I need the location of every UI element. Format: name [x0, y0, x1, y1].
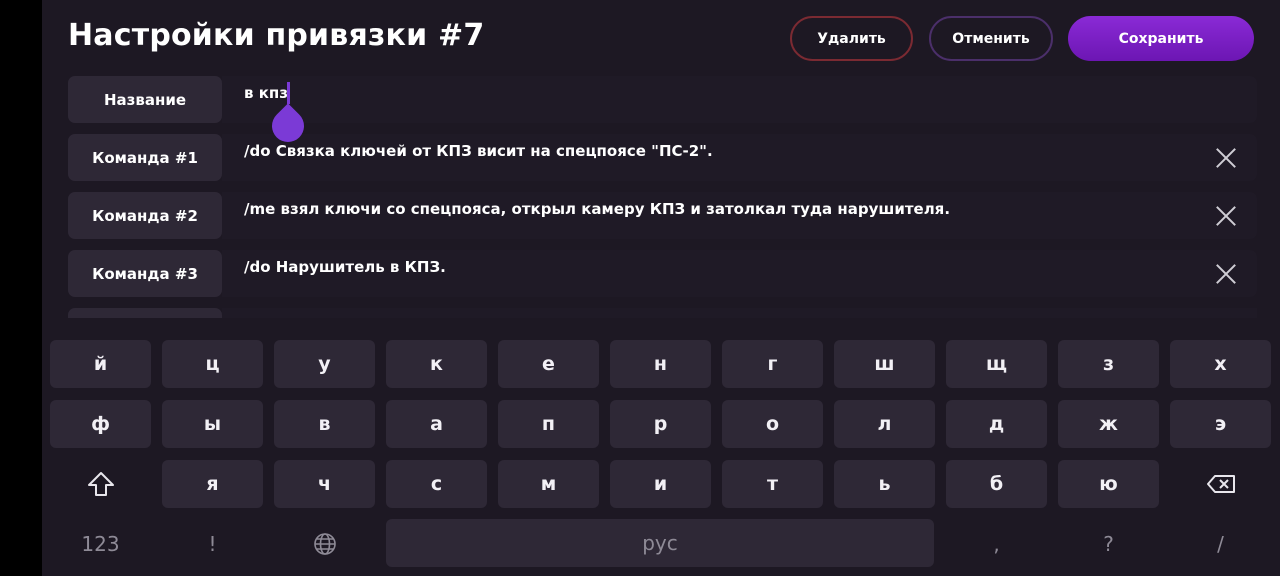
key[interactable]: р — [610, 400, 711, 448]
key[interactable]: п — [498, 400, 599, 448]
globe-icon — [313, 533, 336, 555]
key[interactable]: н — [610, 340, 711, 388]
key[interactable]: с — [386, 460, 487, 508]
delete-button[interactable]: Удалить — [790, 16, 913, 61]
key[interactable]: г — [722, 340, 823, 388]
key[interactable]: щ — [946, 340, 1047, 388]
key[interactable]: и — [610, 460, 711, 508]
key[interactable]: ш — [834, 340, 935, 388]
on-screen-keyboard: й ц у к е н г ш щ з х ф ы в а п р о л д … — [42, 318, 1280, 576]
remove-command-2-close-icon[interactable] — [1215, 205, 1237, 227]
name-field-value: в кпз — [244, 84, 288, 102]
key[interactable]: д — [946, 400, 1047, 448]
remove-command-1-close-icon[interactable] — [1215, 147, 1237, 169]
command-4-field-partial — [222, 308, 1257, 318]
key[interactable]: б — [946, 460, 1047, 508]
key[interactable]: а — [386, 400, 487, 448]
key[interactable]: ы — [162, 400, 263, 448]
slash-key[interactable]: / — [1170, 520, 1271, 568]
key[interactable]: т — [722, 460, 823, 508]
key[interactable]: м — [498, 460, 599, 508]
command-3-value: /do Нарушитель в КПЗ. — [244, 258, 446, 276]
key[interactable]: з — [1058, 340, 1159, 388]
key[interactable]: л — [834, 400, 935, 448]
comma-key[interactable]: , — [946, 520, 1047, 568]
key[interactable]: о — [722, 400, 823, 448]
numbers-key[interactable]: 123 — [50, 520, 151, 568]
space-key[interactable]: рус — [386, 519, 934, 567]
app-window: Настройки привязки #7 Удалить Отменить С… — [42, 0, 1280, 576]
command-1-field[interactable]: /do Связка ключей от КПЗ висит на спецпо… — [222, 134, 1257, 181]
key[interactable]: ь — [834, 460, 935, 508]
key[interactable]: ф — [50, 400, 151, 448]
command-2-value: /me взял ключи со спецпояса, открыл каме… — [244, 200, 951, 218]
key[interactable]: ч — [274, 460, 375, 508]
language-key[interactable] — [274, 520, 375, 568]
key[interactable]: в — [274, 400, 375, 448]
name-label: Название — [68, 76, 222, 123]
page-title: Настройки привязки #7 — [68, 18, 485, 53]
command-3-label: Команда #3 — [68, 250, 222, 297]
command-2-label: Команда #2 — [68, 192, 222, 239]
key[interactable]: э — [1170, 400, 1271, 448]
key[interactable]: я — [162, 460, 263, 508]
backspace-icon — [1206, 475, 1235, 493]
command-4-label-partial — [68, 308, 222, 318]
exclamation-key[interactable]: ! — [162, 520, 263, 568]
shift-icon — [87, 472, 114, 496]
command-1-label: Команда #1 — [68, 134, 222, 181]
cancel-button[interactable]: Отменить — [929, 16, 1053, 61]
text-caret — [287, 82, 290, 104]
key[interactable]: у — [274, 340, 375, 388]
key[interactable]: к — [386, 340, 487, 388]
key[interactable]: ц — [162, 340, 263, 388]
backspace-key[interactable] — [1170, 460, 1271, 508]
key[interactable]: х — [1170, 340, 1271, 388]
save-button[interactable]: Сохранить — [1068, 16, 1254, 61]
command-2-field[interactable]: /me взял ключи со спецпояса, открыл каме… — [222, 192, 1257, 239]
command-1-value: /do Связка ключей от КПЗ висит на спецпо… — [244, 142, 713, 160]
key[interactable]: й — [50, 340, 151, 388]
name-field[interactable]: в кпз — [222, 76, 1257, 123]
shift-key[interactable] — [50, 460, 151, 508]
command-3-field[interactable]: /do Нарушитель в КПЗ. — [222, 250, 1257, 297]
key[interactable]: ю — [1058, 460, 1159, 508]
question-key[interactable]: ? — [1058, 520, 1159, 568]
key[interactable]: ж — [1058, 400, 1159, 448]
remove-command-3-close-icon[interactable] — [1215, 263, 1237, 285]
key[interactable]: е — [498, 340, 599, 388]
